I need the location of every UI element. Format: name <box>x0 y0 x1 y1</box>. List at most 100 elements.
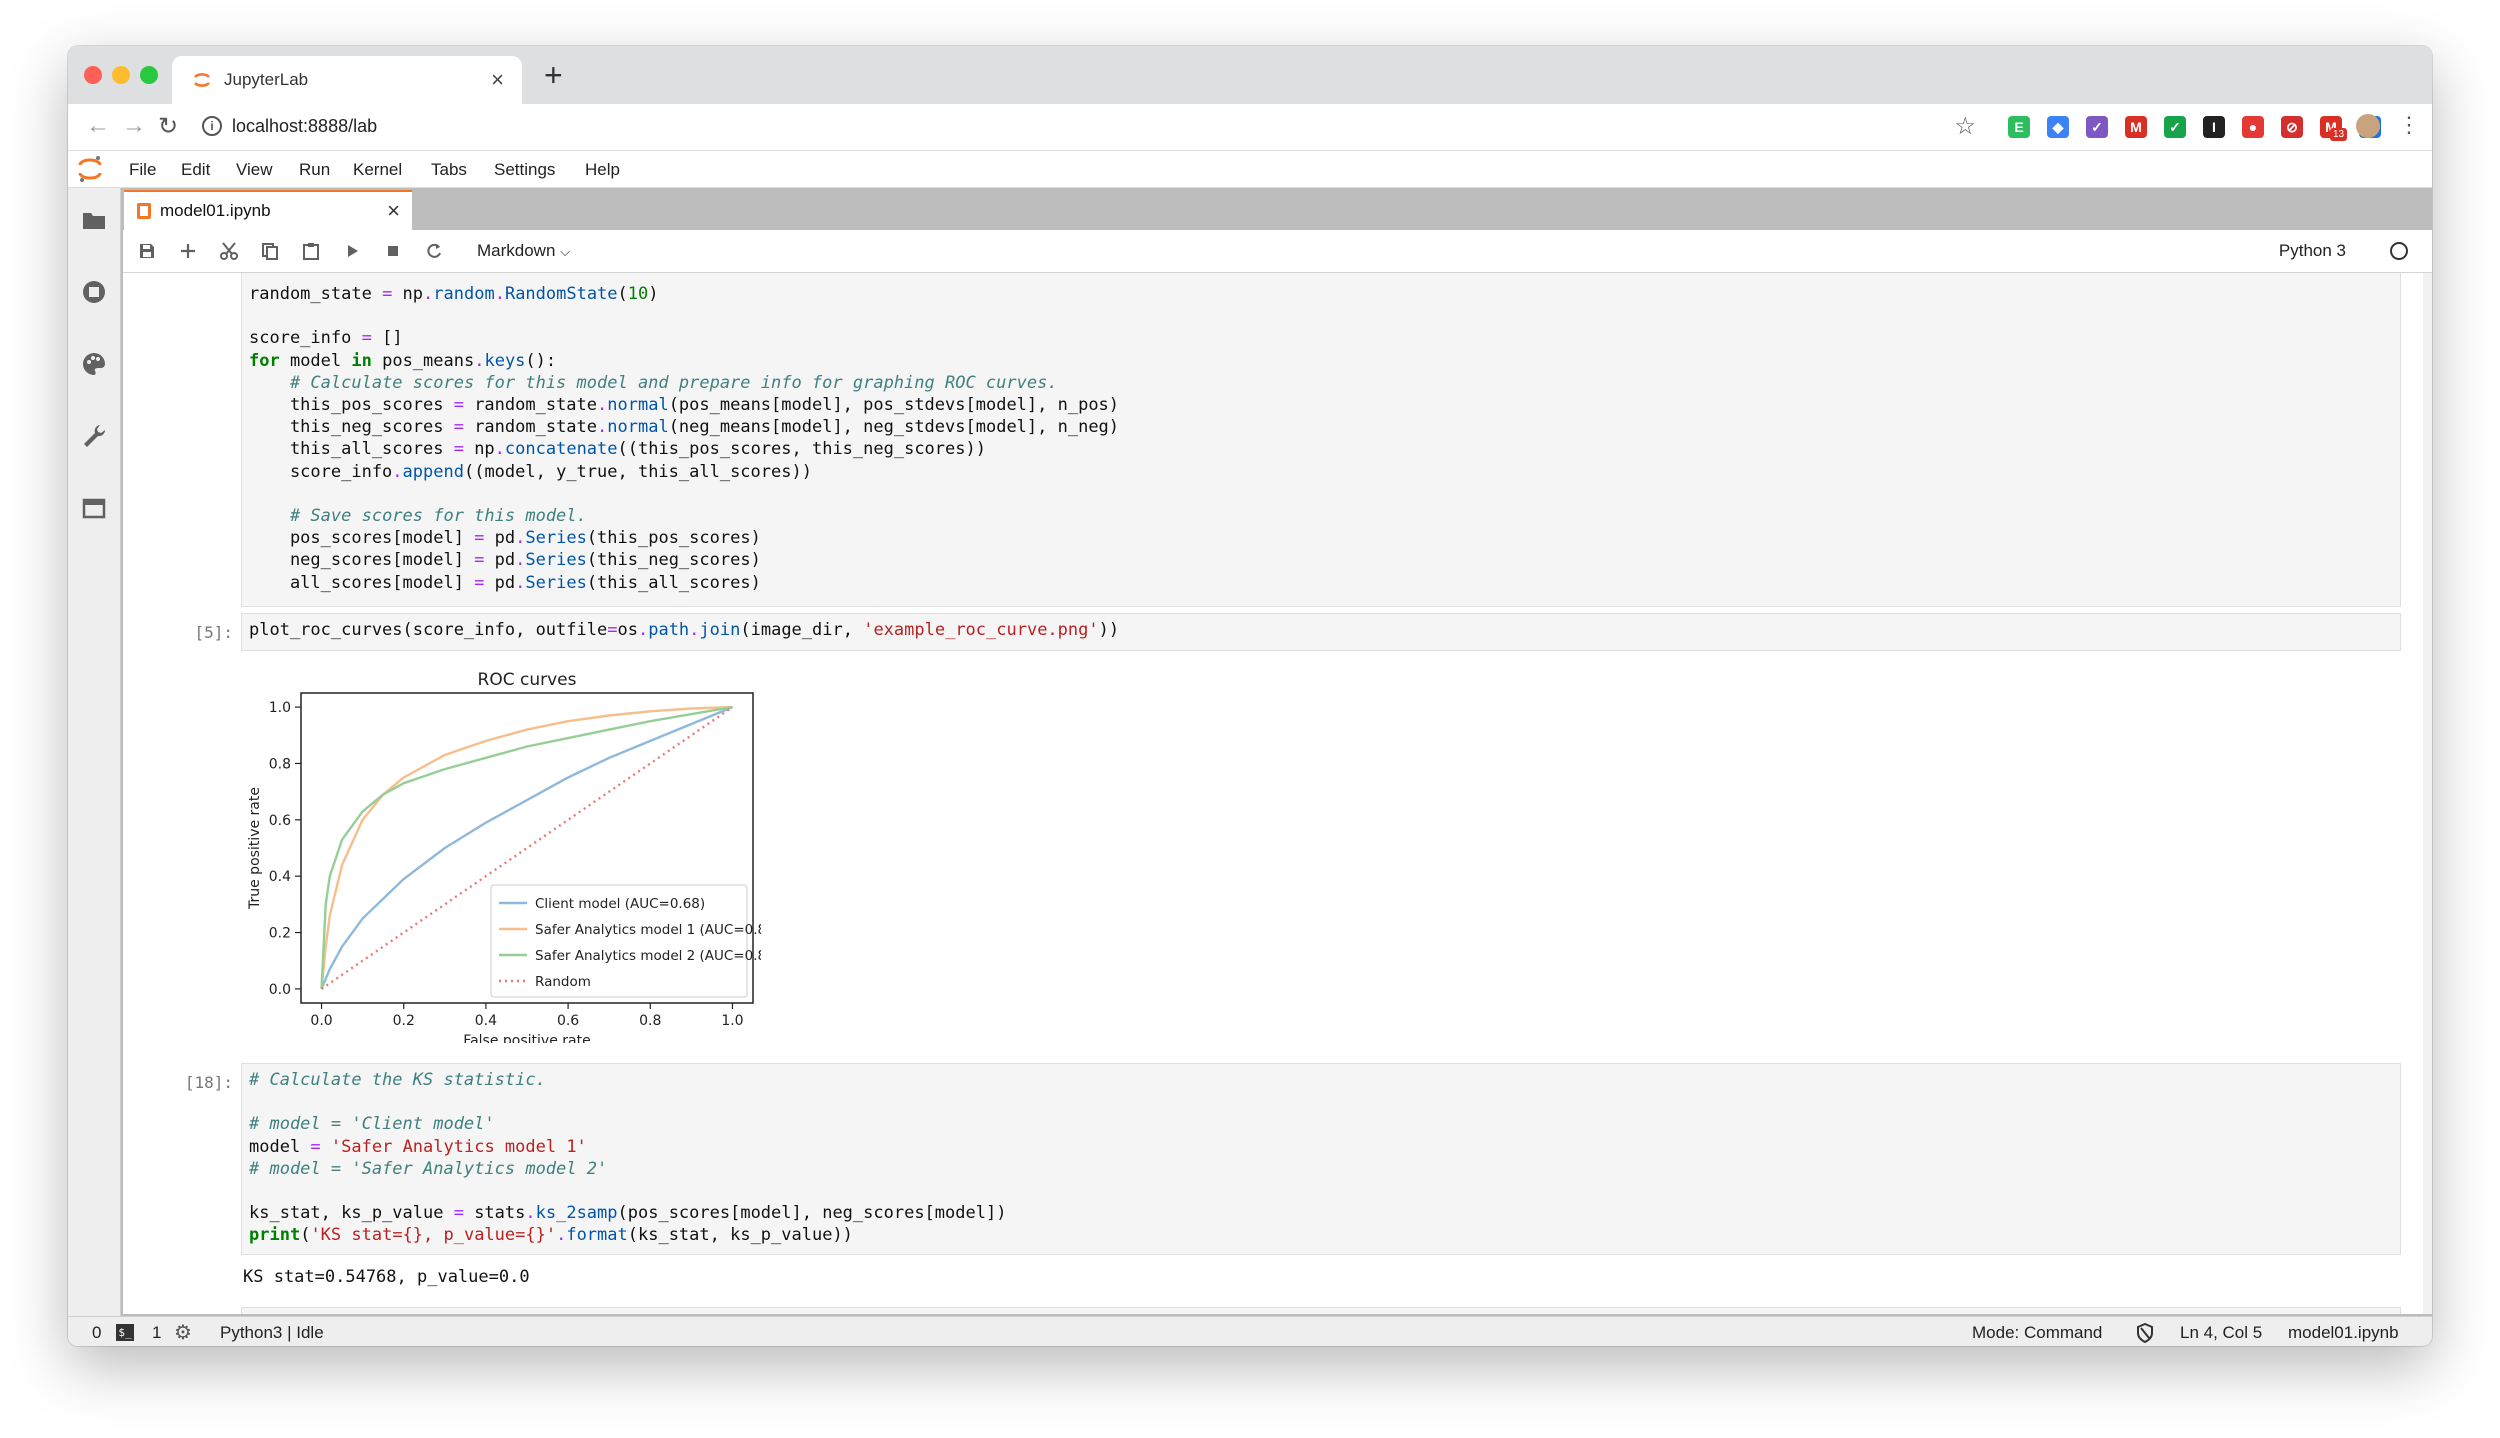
code-token: 'example_roc_curve.png' <box>863 620 1099 640</box>
code-token: ) <box>648 284 659 304</box>
menu-file[interactable]: File <box>129 160 156 180</box>
code-token: append <box>402 461 464 482</box>
copy-icon[interactable] <box>260 241 280 261</box>
close-notebook-icon[interactable]: × <box>387 198 400 224</box>
code-cell-2[interactable]: plot_roc_curves(score_info, outfile=os.p… <box>241 613 2401 651</box>
cursor-position[interactable]: Ln 4, Col 5 <box>2180 1323 2262 1343</box>
notebook-scrollbar[interactable] <box>2423 273 2432 1314</box>
x-tick-label: 0.6 <box>557 1013 579 1029</box>
kernel-count[interactable]: 1 <box>152 1323 161 1343</box>
code-token: . <box>392 461 403 482</box>
kernel-gear-icon: ⚙ <box>174 1322 192 1344</box>
instapaper-icon[interactable]: I <box>2203 116 2225 138</box>
code-token: (this_pos_scores) <box>586 528 761 549</box>
kernel-name[interactable]: Python 3 <box>2279 241 2346 261</box>
code-token: np <box>392 284 424 304</box>
x-tick-label: 0.8 <box>639 1013 661 1029</box>
code-token: pd <box>484 550 516 571</box>
terminal-icon: $_ <box>116 1324 134 1341</box>
menu-kernel[interactable]: Kernel <box>353 160 402 180</box>
code-token: . <box>637 620 649 640</box>
code-cell-3-source[interactable]: # Calculate the KS statistic. # model = … <box>242 1064 2400 1255</box>
wrench-icon[interactable] <box>80 422 108 450</box>
minimize-window-button[interactable] <box>112 66 130 84</box>
code-cell-2-source[interactable]: plot_roc_curves(score_info, outfile=os.p… <box>242 614 2400 649</box>
purple-ext-icon[interactable]: ✓ <box>2086 116 2108 138</box>
restart-kernel-icon[interactable] <box>424 241 444 261</box>
menu-help[interactable]: Help <box>585 160 620 180</box>
gmail-icon[interactable]: M <box>2125 116 2147 138</box>
code-token: [] <box>371 328 403 349</box>
code-token: (neg_means[model], neg_stdevs[model], n_… <box>668 417 1120 438</box>
code-token: plot_roc_curves(score_info, outfile <box>249 620 608 640</box>
stop-kernel-icon[interactable] <box>383 241 403 261</box>
palette-icon[interactable] <box>80 350 108 378</box>
tabs-panel-icon[interactable] <box>80 494 108 522</box>
code-cell-3[interactable]: # Calculate the KS statistic. # model = … <box>241 1063 2401 1255</box>
code-token: . <box>423 284 434 304</box>
close-window-button[interactable] <box>84 66 102 84</box>
menu-settings[interactable]: Settings <box>494 160 555 180</box>
code-token: . <box>515 550 526 571</box>
code-token: print <box>249 1225 301 1246</box>
url-bar[interactable]: i localhost:8888/lab ☆ <box>196 110 1984 144</box>
terminal-count[interactable]: 0 <box>92 1323 101 1343</box>
code-token: . <box>689 620 700 640</box>
new-tab-button[interactable]: + <box>544 56 563 94</box>
x-tick-label: 0.0 <box>310 1013 332 1029</box>
code-cell-1-source[interactable]: random_state = np.random.RandomState(10)… <box>242 273 2400 602</box>
code-token: ((model, y_true, this_all_scores)) <box>463 461 812 482</box>
back-arrow-icon[interactable]: ← <box>86 112 110 140</box>
kernel-status-text[interactable]: Python3 | Idle <box>220 1323 324 1343</box>
code-token: this_pos_scores <box>249 395 454 416</box>
code-token: . <box>556 1225 567 1246</box>
code-token: . <box>597 417 608 438</box>
kernel-status-icon <box>2390 242 2408 260</box>
notebook-content[interactable]: random_state = np.random.RandomState(10)… <box>123 273 2423 1314</box>
menu-tabs[interactable]: Tabs <box>431 160 467 180</box>
code-token: (this_all_scores) <box>586 572 761 593</box>
menu-view[interactable]: View <box>236 160 273 180</box>
code-token: . <box>515 528 526 549</box>
maximize-window-button[interactable] <box>140 66 158 84</box>
code-token: = <box>474 528 485 549</box>
run-cell-icon[interactable] <box>342 241 362 261</box>
running-sessions-icon[interactable] <box>80 278 108 306</box>
close-tab-icon[interactable]: × <box>491 67 504 93</box>
notebook-tab[interactable]: model01.ipynb × <box>124 190 412 230</box>
red-ext-icon[interactable]: ● <box>2242 116 2264 138</box>
cell-type-select[interactable]: Markdown ⌵ <box>477 241 570 261</box>
code-token: = <box>474 550 485 571</box>
browser-tab-jupyterlab[interactable]: JupyterLab × <box>172 56 522 104</box>
code-cell-1[interactable]: random_state = np.random.RandomState(10)… <box>241 273 2401 607</box>
red-circle-ext-icon[interactable]: ⊘ <box>2281 116 2303 138</box>
x-axis-label: False positive rate <box>463 1033 590 1043</box>
bookmark-star-icon[interactable]: ☆ <box>1954 112 1976 141</box>
cut-icon[interactable] <box>219 241 239 261</box>
site-info-icon[interactable]: i <box>202 116 222 136</box>
y-tick-label: 0.6 <box>269 813 291 829</box>
add-cell-icon[interactable] <box>178 241 198 261</box>
code-token: format <box>566 1225 628 1246</box>
menu-edit[interactable]: Edit <box>181 160 210 180</box>
code-token: for <box>249 350 280 371</box>
forward-arrow-icon[interactable]: → <box>122 112 146 140</box>
code-token: Series <box>525 572 587 593</box>
cell-prompt-3: [18]: <box>184 1073 233 1092</box>
code-token: . <box>515 572 526 593</box>
code-token: score_info <box>249 328 362 349</box>
folder-icon[interactable] <box>80 206 108 234</box>
code-token: (pos_scores[model], neg_scores[model]) <box>617 1203 1007 1224</box>
green-check-ext-icon[interactable]: ✓ <box>2164 116 2186 138</box>
browser-menu-icon[interactable]: ⋮ <box>2398 112 2420 138</box>
code-token: # model = 'Safer Analytics model 2' <box>249 1158 608 1179</box>
trusted-shield-icon[interactable] <box>2136 1323 2154 1343</box>
blue-ext-icon[interactable]: ◆ <box>2047 116 2069 138</box>
evernote-icon[interactable]: E <box>2008 116 2030 138</box>
paste-icon[interactable] <box>301 241 321 261</box>
code-token: Series <box>525 550 587 571</box>
save-icon[interactable] <box>137 241 157 261</box>
menu-run[interactable]: Run <box>299 160 330 180</box>
reload-icon[interactable]: ↻ <box>158 112 178 141</box>
profile-avatar[interactable] <box>2356 114 2380 138</box>
